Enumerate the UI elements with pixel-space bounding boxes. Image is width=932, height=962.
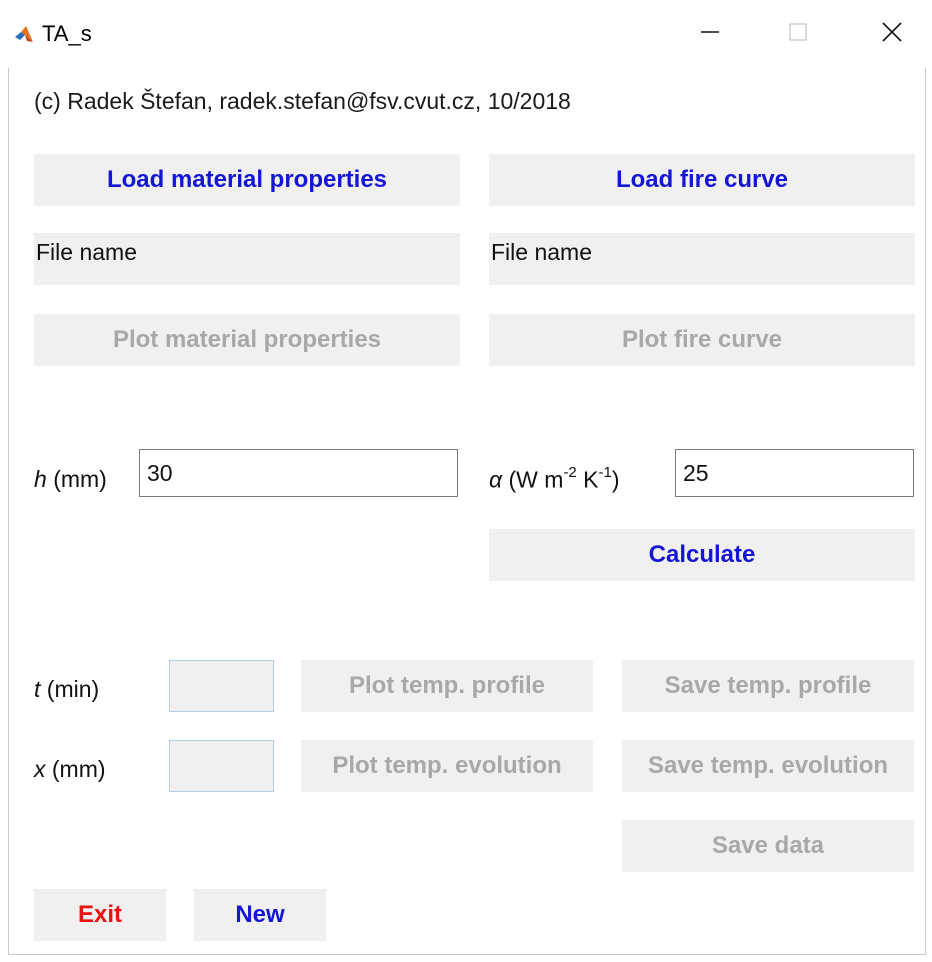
h-label: h (mm) (34, 466, 107, 493)
t-label: t (min) (34, 676, 99, 703)
h-input[interactable]: 30 (139, 449, 458, 497)
h-unit: (mm) (53, 466, 107, 492)
save-temp-evolution-button[interactable]: Save temp. evolution (622, 740, 914, 792)
save-data-button[interactable]: Save data (622, 820, 914, 872)
close-icon (881, 21, 903, 48)
new-button[interactable]: New (194, 889, 326, 941)
maximize-button[interactable] (768, 12, 828, 56)
close-button[interactable] (862, 12, 922, 56)
x-unit: (mm) (51, 756, 106, 782)
t-unit: (min) (46, 676, 100, 702)
alpha-input[interactable]: 25 (675, 449, 914, 497)
h-symbol: h (34, 466, 47, 492)
alpha-exponent-k: -1 (598, 464, 612, 481)
alpha-symbol: α (489, 466, 503, 493)
x-label: x (mm) (34, 756, 106, 783)
exit-button[interactable]: Exit (34, 889, 166, 941)
t-symbol: t (34, 676, 41, 702)
alpha-exponent-m: -2 (563, 464, 577, 481)
load-material-properties-button[interactable]: Load material properties (34, 154, 460, 206)
load-fire-curve-button[interactable]: Load fire curve (489, 154, 915, 206)
plot-fire-curve-button[interactable]: Plot fire curve (489, 314, 915, 366)
x-input[interactable] (169, 740, 274, 792)
copyright-text: (c) Radek Štefan, radek.stefan@fsv.cvut.… (34, 88, 571, 114)
window-title: TA_s (42, 21, 92, 46)
fire-curve-file-name: File name (489, 233, 915, 285)
x-symbol: x (34, 756, 46, 782)
plot-temp-profile-button[interactable]: Plot temp. profile (301, 660, 593, 712)
save-temp-profile-button[interactable]: Save temp. profile (622, 660, 914, 712)
calculate-button[interactable]: Calculate (489, 529, 915, 581)
maximize-icon (788, 22, 808, 47)
title-bar: TA_s (0, 0, 932, 68)
matlab-icon (14, 24, 34, 44)
alpha-unit-k: K (583, 466, 599, 493)
material-file-name: File name (34, 233, 460, 285)
alpha-label: α (W m-2 K-1) (489, 464, 620, 494)
plot-material-properties-button[interactable]: Plot material properties (34, 314, 460, 366)
t-input[interactable] (169, 660, 274, 712)
plot-temp-evolution-button[interactable]: Plot temp. evolution (301, 740, 593, 792)
alpha-close: ) (611, 466, 620, 493)
minimize-icon (700, 22, 720, 47)
alpha-unit-w: (W m (508, 466, 564, 493)
minimize-button[interactable] (680, 12, 740, 56)
